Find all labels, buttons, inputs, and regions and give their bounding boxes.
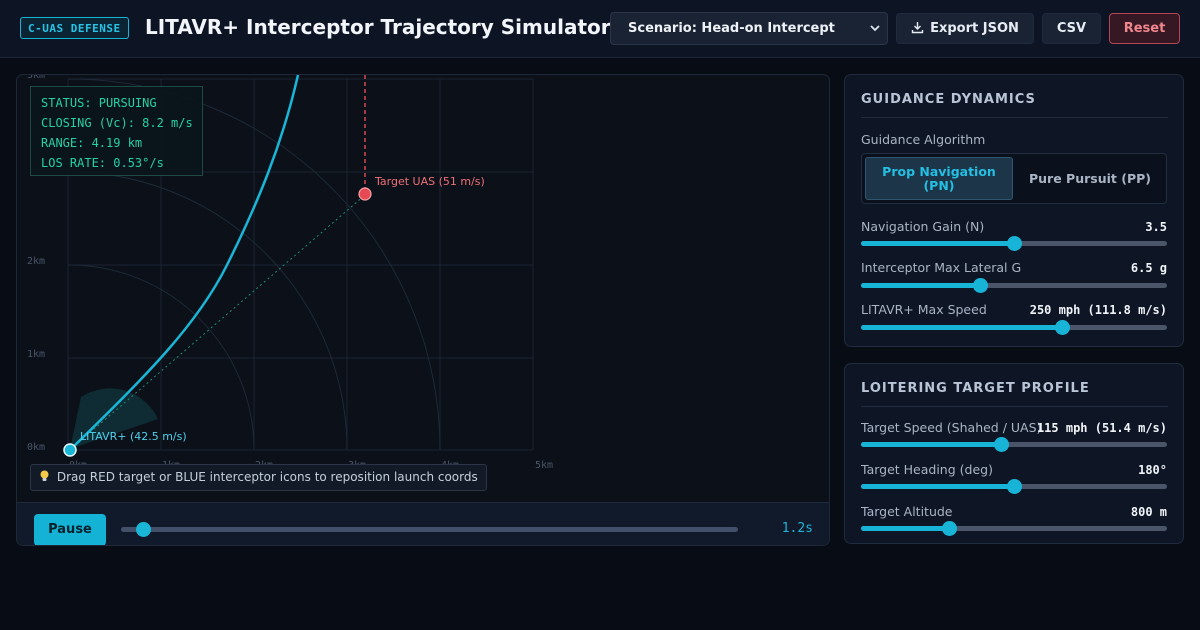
max-lateral-g-value: 6.5 g (1130, 261, 1167, 275)
x-tick-label: 5km (535, 460, 553, 471)
download-icon (911, 16, 924, 45)
guidance-algorithm-toggle: Prop Navigation (PN) Pure Pursuit (PP) (861, 153, 1167, 204)
prop-navigation-option[interactable]: Prop Navigation (PN) (865, 157, 1013, 200)
pure-pursuit-option[interactable]: Pure Pursuit (PP) (1016, 157, 1164, 200)
target-altitude-value: 800 m (1130, 505, 1167, 519)
target-speed-slider-thumb[interactable] (994, 437, 1010, 452)
max-lateral-g-slider[interactable] (861, 283, 1167, 288)
drag-hint: Drag RED target or BLUE interceptor icon… (30, 464, 487, 491)
simulation-panel: 0km 1km 2km 3km 0km 1km 2km 3km 4km 5km … (16, 74, 830, 546)
target-speed-value: 115 mph (51.4 m/s) (1036, 421, 1167, 435)
target-panel-title: LOITERING TARGET PROFILE (861, 381, 1168, 407)
reset-button[interactable]: Reset (1109, 13, 1180, 44)
target-speed-slider[interactable] (861, 442, 1167, 447)
max-speed-slider-thumb[interactable] (1055, 320, 1071, 335)
max-speed-slider-fill (861, 325, 1063, 330)
target-heading-label: Target Heading (deg) (861, 462, 993, 477)
nav-gain-slider-fill (861, 241, 1014, 246)
target-altitude-label: Target Altitude (861, 504, 953, 519)
max-speed-slider[interactable] (861, 325, 1167, 330)
telemetry-overlay: STATUS: PURSUING CLOSING (Vc): 8.2 m/s R… (30, 86, 203, 176)
target-speed-slider-fill (861, 442, 1002, 447)
nav-gain-label: Navigation Gain (N) (861, 219, 985, 234)
target-heading-slider-fill (861, 484, 1014, 489)
max-speed-value: 250 mph (111.8 m/s) (1029, 303, 1167, 317)
target-heading-slider-thumb[interactable] (1006, 479, 1022, 494)
line-of-sight (70, 194, 366, 450)
nav-gain-slider-thumb[interactable] (1006, 236, 1022, 251)
target-altitude-slider-fill (861, 526, 950, 531)
y-tick-label: 2km (27, 256, 45, 267)
timeline-slider-thumb[interactable] (136, 522, 151, 537)
target-altitude-slider-thumb[interactable] (942, 521, 958, 536)
target-heading-value: 180° (1138, 463, 1167, 477)
max-lateral-g-slider-fill (861, 283, 981, 288)
target-label: Target UAS (51 m/s) (374, 175, 485, 188)
max-lateral-g-label: Interceptor Max Lateral G (861, 260, 1022, 275)
loitering-target-panel: LOITERING TARGET PROFILE Target Speed (S… (844, 363, 1184, 544)
telemetry-status: STATUS: PURSUING (41, 96, 157, 110)
playback-controls: Pause 1.2s (17, 502, 829, 545)
target-altitude-slider[interactable] (861, 526, 1167, 531)
app-title: LITAVR+ Interceptor Trajectory Simulator (145, 15, 611, 39)
timeline-slider-track[interactable] (121, 527, 738, 532)
scenario-select-value: Scenario: Head-on Intercept (628, 21, 835, 36)
y-tick-label: 0km (27, 442, 45, 453)
guidance-dynamics-panel: GUIDANCE DYNAMICS Guidance Algorithm Pro… (844, 74, 1184, 347)
target-speed-label: Target Speed (Shahed / UAS) (861, 420, 1042, 435)
pause-button[interactable]: Pause (34, 514, 106, 545)
telemetry-range: RANGE: 4.19 km (41, 136, 143, 150)
nav-gain-value: 3.5 (1145, 220, 1167, 234)
csv-button[interactable]: CSV (1042, 13, 1101, 44)
target-marker (358, 187, 372, 201)
telemetry-closing-velocity: CLOSING (Vc): 8.2 m/s (41, 116, 193, 130)
interceptor-label: LITAVR+ (42.5 m/s) (80, 430, 187, 443)
lightbulb-icon (39, 470, 57, 484)
domain-badge: C-UAS DEFENSE (20, 17, 129, 39)
telemetry-los-rate: LOS RATE: 0.53°/s (41, 156, 164, 170)
y-tick-label: 1km (27, 349, 45, 360)
max-speed-label: LITAVR+ Max Speed (861, 302, 987, 317)
guidance-panel-title: GUIDANCE DYNAMICS (861, 92, 1168, 118)
time-readout: 1.2s (781, 521, 813, 536)
guidance-algorithm-label: Guidance Algorithm (861, 132, 986, 147)
app-header: C-UAS DEFENSE LITAVR+ Interceptor Trajec… (0, 0, 1200, 58)
drag-hint-text: Drag RED target or BLUE interceptor icon… (56, 470, 478, 484)
max-lateral-g-slider-thumb[interactable] (972, 278, 988, 293)
interceptor-marker (63, 443, 77, 457)
y-tick-label: 3km (27, 75, 45, 81)
scenario-select[interactable]: Scenario: Head-on Intercept (610, 12, 888, 45)
chevron-down-icon (869, 13, 881, 56)
export-json-button[interactable]: Export JSON (896, 13, 1034, 44)
export-json-label: Export JSON (930, 21, 1019, 36)
